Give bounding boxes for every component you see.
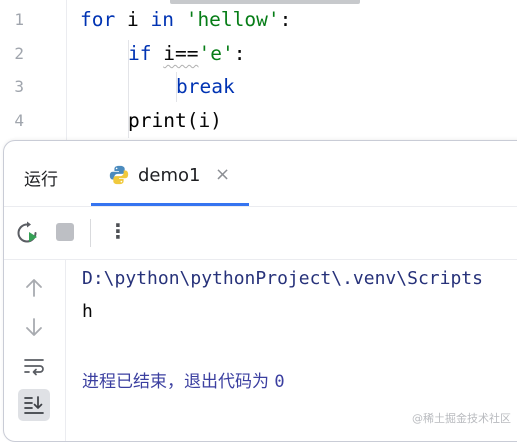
- tab-demo1[interactable]: demo1 ×: [91, 141, 249, 206]
- keyword: for: [80, 8, 116, 31]
- soft-wrap-icon[interactable]: [18, 350, 50, 382]
- run-panel-title: 运行: [24, 170, 58, 190]
- close-icon[interactable]: ×: [215, 164, 230, 185]
- string-literal: 'e': [198, 42, 234, 65]
- horizontal-scrollbar[interactable]: [170, 0, 360, 4]
- function-name: print: [128, 109, 187, 132]
- watermark: @稀土掘金技术社区: [412, 412, 511, 425]
- exit-code: 0: [274, 372, 285, 392]
- line-number: 4: [14, 111, 24, 130]
- console-output-line: h: [82, 301, 93, 322]
- line-number: 2: [14, 44, 24, 63]
- weak-warning-text: i==: [163, 42, 199, 65]
- arrow-down-icon[interactable]: [18, 311, 50, 343]
- run-toolbar: ⋮: [4, 207, 517, 259]
- keyword: in: [150, 8, 174, 31]
- console-side-toolbar: [4, 260, 65, 441]
- code-editor[interactable]: 1 2 3 4 for i in 'hellow': if i=='e': br…: [0, 0, 517, 145]
- run-tool-window: 运行 demo1 × ⋮ D:\python\pythonProject\.ve…: [3, 140, 517, 442]
- exit-message-text: 进程已结束，退出代码为: [82, 372, 269, 392]
- line-number: 1: [14, 10, 24, 29]
- keyword: break: [176, 75, 235, 98]
- gutter-divider: [66, 0, 67, 145]
- divider: [4, 259, 517, 260]
- rerun-icon[interactable]: [14, 220, 40, 246]
- python-icon: [109, 165, 129, 185]
- toolbar-divider: [90, 219, 91, 247]
- code-text: (i): [186, 109, 222, 132]
- keyword: if: [128, 42, 152, 65]
- scroll-to-end-icon[interactable]: [18, 389, 50, 421]
- console-output-line: D:\python\pythonProject\.venv\Scripts: [82, 268, 483, 289]
- stop-icon[interactable]: [56, 223, 74, 241]
- code-text: i: [115, 8, 151, 31]
- code-line-2[interactable]: if i=='e':: [128, 42, 245, 66]
- code-text: :: [233, 42, 246, 65]
- string-literal: 'hellow': [185, 8, 280, 31]
- tab-label: demo1: [138, 165, 201, 186]
- code-line-1[interactable]: for i in 'hellow':: [80, 8, 291, 32]
- code-text: :: [279, 8, 292, 31]
- line-number: 3: [14, 77, 24, 96]
- code-line-4[interactable]: print(i): [128, 109, 222, 133]
- more-options-icon[interactable]: ⋮: [108, 217, 128, 245]
- run-panel-header: 运行 demo1 ×: [4, 141, 517, 206]
- arrow-up-icon[interactable]: [18, 272, 50, 304]
- process-exit-message: 进程已结束，退出代码为 0: [82, 367, 285, 392]
- divider: [65, 260, 66, 441]
- code-line-3[interactable]: break: [176, 75, 235, 99]
